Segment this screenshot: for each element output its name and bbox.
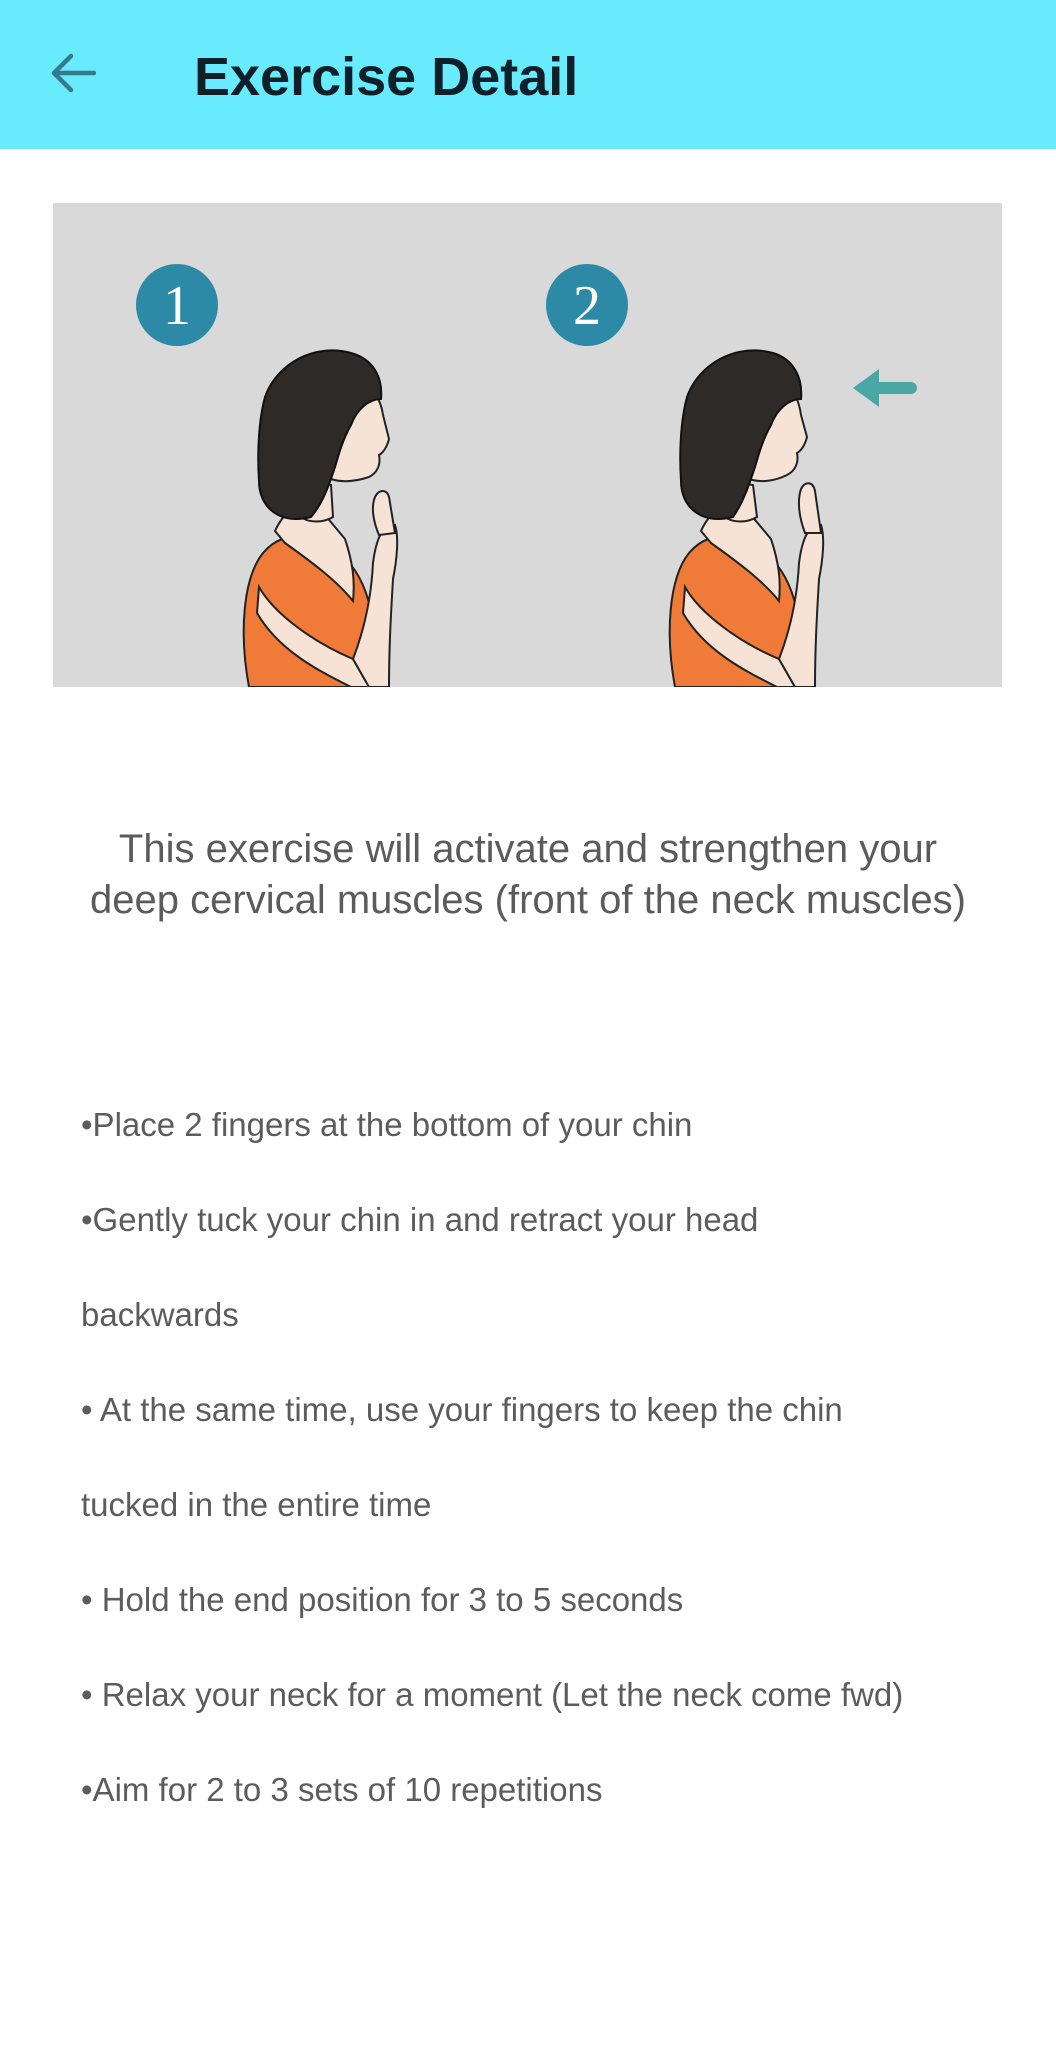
instruction-line: • At the same time, use your fingers to … bbox=[81, 1391, 843, 1428]
instruction-line: • Hold the end position for 3 to 5 secon… bbox=[81, 1581, 684, 1618]
figure-chin-tuck bbox=[668, 349, 825, 687]
instruction-line: •Aim for 2 to 3 sets of 10 repetitions bbox=[81, 1771, 603, 1808]
exercise-description: This exercise will activate and strength… bbox=[90, 827, 966, 922]
exercise-illustration: 1 2 bbox=[53, 203, 1002, 687]
step-2-badge: 2 bbox=[546, 264, 628, 346]
step-1-badge: 1 bbox=[136, 264, 218, 346]
instruction-line: •Place 2 fingers at the bottom of your c… bbox=[81, 1106, 693, 1143]
back-button[interactable] bbox=[42, 42, 104, 104]
step-2-number: 2 bbox=[573, 275, 601, 337]
instruction-line: •Gently tuck your chin in and retract yo… bbox=[81, 1201, 759, 1238]
figure-neutral bbox=[242, 349, 399, 687]
step-1-number: 1 bbox=[163, 275, 191, 337]
arrow-left-icon bbox=[51, 53, 96, 93]
instruction-list: •Place 2 fingers at the bottom of your c… bbox=[81, 1077, 1011, 1837]
instruction-line: tucked in the entire time bbox=[81, 1486, 432, 1523]
page-title: Exercise Detail bbox=[194, 47, 579, 107]
app-bar: Exercise Detail bbox=[0, 0, 1056, 149]
arrow-left-indicator-icon bbox=[853, 369, 917, 407]
instruction-line: backwards bbox=[81, 1296, 239, 1333]
instruction-line: • Relax your neck for a moment (Let the … bbox=[81, 1676, 904, 1713]
